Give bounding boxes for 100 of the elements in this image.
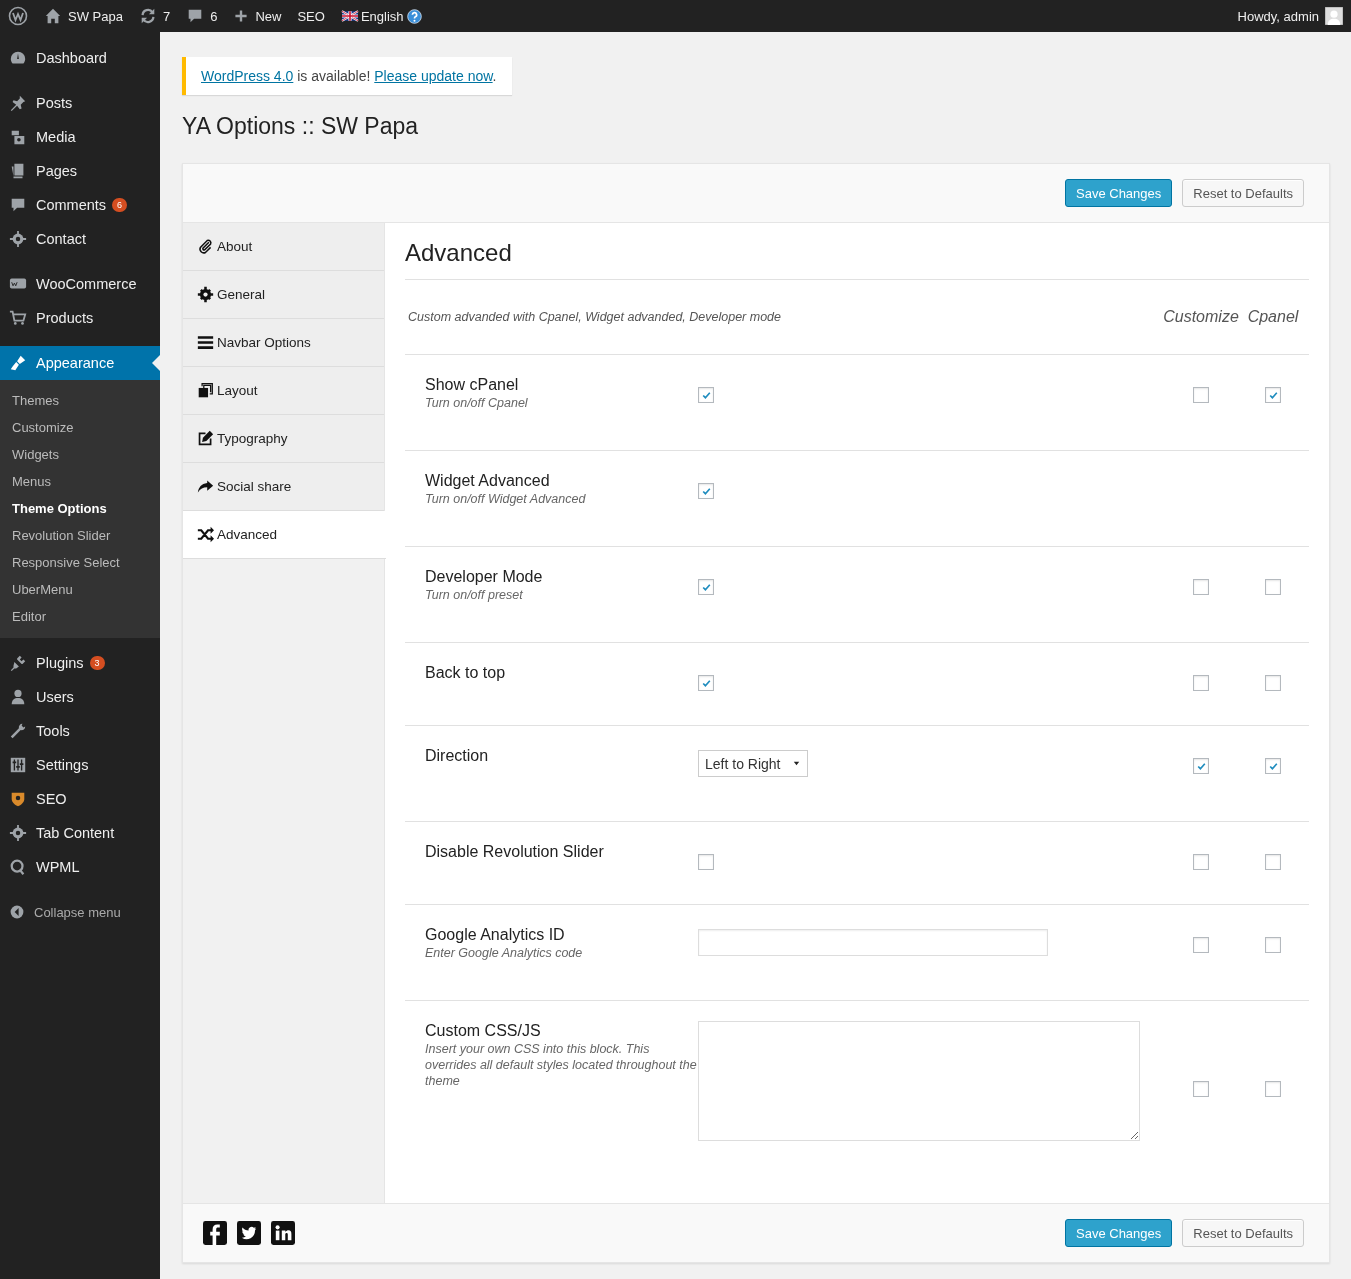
wrench-icon (9, 722, 27, 740)
submenu-item[interactable]: Responsive Select (0, 549, 160, 576)
submenu-item[interactable]: Themes (0, 387, 160, 414)
submenu-item[interactable]: Customize (0, 414, 160, 441)
menu-item[interactable]: Dashboard (0, 41, 160, 75)
reset-defaults-button[interactable]: Reset to Defaults (1182, 1219, 1304, 1247)
checkbox[interactable] (1265, 675, 1281, 691)
plug-icon (9, 654, 27, 672)
facebook-icon[interactable] (203, 1221, 227, 1245)
linkedin-icon[interactable] (271, 1221, 295, 1245)
checkbox[interactable] (698, 854, 714, 870)
menu-item[interactable]: SEO (0, 782, 160, 816)
submenu-item[interactable]: Theme Options (0, 495, 160, 522)
home-icon[interactable] (44, 7, 62, 25)
menu-item[interactable]: Contact (0, 222, 160, 256)
option-hint: Insert your own CSS into this block. This overrides all default styles located throughout the theme (425, 1041, 698, 1089)
checkbox[interactable] (1193, 387, 1209, 403)
checkbox[interactable] (1193, 854, 1209, 870)
check-icon (1267, 389, 1279, 401)
collapse-menu-button[interactable]: Collapse menu (0, 895, 160, 929)
check-icon (700, 485, 712, 497)
submenu-item[interactable]: UberMenu (0, 576, 160, 603)
menu-item[interactable]: Settings (0, 748, 160, 782)
submenu-item[interactable]: Revolution Slider (0, 522, 160, 549)
text-field[interactable] (698, 929, 1048, 956)
copy-icon (197, 382, 214, 399)
checkbox[interactable] (1193, 937, 1209, 953)
version-link[interactable]: WordPress 4.0 (201, 68, 294, 84)
checkbox[interactable] (1265, 579, 1281, 595)
menu-item[interactable]: Comments 6 (0, 188, 160, 222)
dropdown[interactable]: Left to Right (698, 750, 808, 777)
option-hint: Turn on/off preset (425, 587, 524, 603)
flag-icon[interactable] (340, 8, 359, 24)
menu-item[interactable]: Plugins 3 (0, 646, 160, 680)
checkbox[interactable] (1265, 1081, 1281, 1097)
comments-count[interactable]: 6 (210, 8, 218, 24)
language-link[interactable]: English (360, 8, 404, 24)
menu-item[interactable]: Pages (0, 154, 160, 188)
checkbox[interactable] (1193, 579, 1209, 595)
checkbox[interactable] (698, 483, 714, 499)
cart-icon (9, 309, 27, 327)
help-icon[interactable] (405, 7, 423, 25)
menu-item[interactable]: Posts (0, 86, 160, 120)
update-link[interactable]: Please update now (374, 68, 493, 84)
menu-item[interactable]: Appearance (0, 346, 160, 380)
option-label: Disable Revolution Slider (425, 842, 605, 862)
count-badge: 6 (112, 198, 128, 212)
user-icon (9, 688, 27, 706)
option-label: Developer Mode (425, 567, 544, 587)
logo-icon[interactable] (8, 6, 28, 26)
column-header: Customize (1163, 308, 1239, 326)
check-icon (1267, 760, 1279, 772)
reset-defaults-button[interactable]: Reset to Defaults (1182, 179, 1304, 207)
greeting-link[interactable]: Howdy, admin (1237, 8, 1319, 24)
menu-item[interactable]: WooCommerce (0, 267, 160, 301)
brush-icon (9, 354, 27, 372)
check-icon (700, 389, 712, 401)
checkbox[interactable] (698, 579, 714, 595)
twitter-icon[interactable] (237, 1221, 261, 1245)
check-icon (700, 677, 712, 689)
updates-count[interactable]: 7 (162, 8, 171, 24)
checkbox[interactable] (1193, 758, 1209, 774)
section-description: Custom advanded with Cpanel, Widget advanded, Developer mode (407, 310, 783, 324)
paperclip-icon (197, 238, 214, 255)
checkbox[interactable] (698, 675, 714, 691)
share-arrow-icon (197, 478, 214, 495)
submenu-item[interactable]: Editor (0, 603, 160, 630)
submenu-item[interactable]: Menus (0, 468, 160, 495)
menu-item[interactable]: Tab Content (0, 816, 160, 850)
plus-icon[interactable] (233, 8, 250, 24)
checkbox[interactable] (1193, 1081, 1209, 1097)
menu-item[interactable]: Media (0, 120, 160, 154)
menu-item[interactable]: Users (0, 680, 160, 714)
checkbox[interactable] (1265, 854, 1281, 870)
edit-icon (197, 430, 214, 447)
checkbox[interactable] (1193, 675, 1209, 691)
seo-link[interactable]: SEO (297, 8, 325, 24)
option-label: Google Analytics ID (425, 925, 566, 945)
option-label: Widget Advanced (425, 471, 551, 491)
option-label: Custom CSS/JS (425, 1021, 542, 1041)
menu-item[interactable]: Tools (0, 714, 160, 748)
menu-item[interactable]: Products (0, 301, 160, 335)
checkbox[interactable] (698, 387, 714, 403)
settings-icon (9, 756, 27, 774)
tab[interactable]: Advanced (183, 511, 386, 559)
site-name-link[interactable]: SW Papa (68, 8, 123, 24)
menu-item[interactable]: WPML (0, 850, 160, 884)
shuffle-icon (197, 526, 214, 543)
notice-text: is available! (296, 68, 372, 84)
shield-icon (9, 790, 27, 808)
menu-icon (197, 334, 214, 351)
pin-icon (9, 94, 27, 112)
avatar-icon[interactable] (1325, 7, 1343, 25)
checkbox[interactable] (1265, 758, 1281, 774)
submenu-item[interactable]: Widgets (0, 441, 160, 468)
checkbox[interactable] (1265, 937, 1281, 953)
checkbox[interactable] (1265, 387, 1281, 403)
new-link[interactable]: New (255, 8, 282, 24)
section-title: Advanced (405, 239, 1309, 280)
media-icon (9, 128, 27, 146)
